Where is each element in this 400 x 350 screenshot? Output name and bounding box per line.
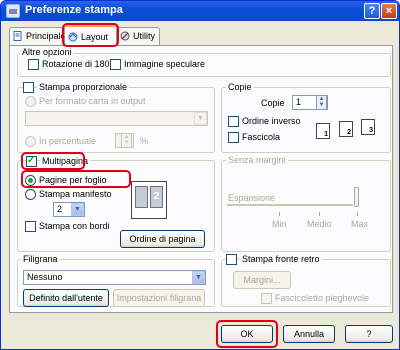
tab-utility[interactable]: Utility: [116, 27, 160, 45]
margini-button[interactable]: Margini...: [233, 271, 291, 289]
chevron-down-icon[interactable]: ▼: [194, 112, 207, 125]
collate-digit: 2: [347, 129, 351, 136]
collate-page-icon: 1: [316, 123, 330, 139]
chevron-down-icon[interactable]: ▼: [192, 271, 205, 284]
paper-size-select[interactable]: [25, 111, 208, 126]
per-formato-label: Per formato carta in output: [39, 96, 146, 106]
preview-page-2: 2: [150, 186, 163, 208]
expansion-slider-track: [227, 204, 353, 206]
per-formato-radio[interactable]: [25, 96, 36, 107]
tools-icon: [120, 31, 130, 41]
slider-tick-label: Max: [351, 219, 369, 229]
tab-label: Principale: [26, 31, 66, 41]
group-legend: Senza margini: [226, 155, 288, 165]
rotazione-label: Rotazione di 180°: [42, 59, 114, 69]
collate-page-icon: 3: [361, 119, 375, 135]
in-percentuale-radio[interactable]: [25, 136, 36, 147]
fascicola-label: Fascicola: [242, 132, 281, 142]
stampa-con-bordi-label: Stampa con bordi: [39, 221, 110, 231]
ordine-inverso-checkbox[interactable]: [228, 116, 239, 127]
slider-tick: [279, 212, 280, 216]
tab-label: Layout: [81, 32, 109, 42]
window-title: Preferenze stampa: [25, 4, 123, 16]
stampa-manifesto-label: Stampa manifesto: [39, 189, 112, 199]
printer-icon: [6, 4, 20, 18]
stampa-proporzionale-label: Stampa proporzionale: [37, 82, 130, 92]
multipagina-checkbox[interactable]: [26, 155, 37, 167]
ordine-inverso-label: Ordine inverso: [242, 116, 301, 126]
immagine-speculare-label: Immagine speculare: [124, 59, 206, 69]
chevron-down-icon[interactable]: ▼: [71, 203, 84, 216]
multipagina-label: Multipagina: [40, 156, 91, 166]
annulla-button[interactable]: Annulla: [283, 325, 335, 343]
pagine-per-foglio-label: Pagine per foglio: [39, 175, 107, 185]
pagine-per-foglio-radio[interactable]: [25, 175, 36, 186]
impostazioni-filigrana-button[interactable]: Impostazioni filigrana: [113, 289, 205, 307]
fascicola-checkbox[interactable]: [228, 132, 239, 143]
slider-tick: [319, 212, 320, 216]
stampa-fronte-retro-checkbox[interactable]: [226, 254, 237, 265]
fascicoletto-checkbox[interactable]: [261, 293, 272, 304]
stampa-proporzionale-checkbox[interactable]: [23, 82, 34, 93]
expansion-slider-thumb[interactable]: [354, 187, 359, 207]
slider-tick: [357, 212, 358, 216]
in-percentuale-label: In percentuale: [39, 136, 97, 146]
watermark-select[interactable]: Nessuno: [23, 270, 206, 285]
title-bar: Preferenze stampa ? ×: [1, 1, 399, 21]
ordine-di-pagina-button[interactable]: Ordine di pagina: [120, 230, 205, 248]
collate-page-icon: 2: [339, 121, 353, 137]
collate-digit: 1: [324, 131, 328, 138]
group-legend: Copie: [226, 82, 254, 92]
espansione-label: Espansione: [228, 193, 276, 203]
tab-label: Utility: [133, 31, 155, 41]
percent-sign: %: [140, 136, 149, 146]
help-button[interactable]: ?: [345, 325, 393, 343]
help-title-button[interactable]: ?: [364, 3, 380, 19]
definito-utente-button[interactable]: Definito dall'utente: [23, 289, 109, 307]
print-preferences-dialog: Preferenze stampa ? × Principale Layout …: [0, 0, 400, 350]
close-button[interactable]: ×: [381, 3, 397, 19]
copies-spinner[interactable]: ▲ ▼: [316, 95, 327, 110]
rotazione-checkbox[interactable]: [28, 59, 39, 70]
preview-page-1: [135, 186, 148, 208]
collate-digit: 3: [369, 127, 373, 134]
senza-margini-group: [221, 160, 391, 252]
copie-label: Copie: [261, 98, 285, 108]
layout-icon: [68, 32, 78, 42]
tab-principale[interactable]: Principale: [9, 27, 66, 45]
multipage-preview-icon: 2: [131, 181, 167, 219]
stampa-fronte-retro-label: Stampa fronte retro: [240, 254, 322, 264]
group-legend: Altre opzioni: [20, 47, 74, 57]
immagine-speculare-checkbox[interactable]: [110, 59, 121, 70]
slider-tick-label: Min: [272, 219, 287, 229]
ok-button[interactable]: OK: [221, 325, 273, 343]
document-icon: [13, 31, 22, 41]
stampa-manifesto-radio[interactable]: [25, 189, 36, 200]
tab-layout[interactable]: Layout: [64, 25, 117, 46]
percent-spinner[interactable]: ▲ ▼: [121, 133, 132, 148]
slider-tick-label: Medio: [307, 219, 332, 229]
fascicoletto-label: Fascicoletto pieghevole: [275, 293, 370, 303]
group-legend: Filigrana: [21, 254, 60, 264]
stampa-con-bordi-checkbox[interactable]: [25, 221, 36, 232]
